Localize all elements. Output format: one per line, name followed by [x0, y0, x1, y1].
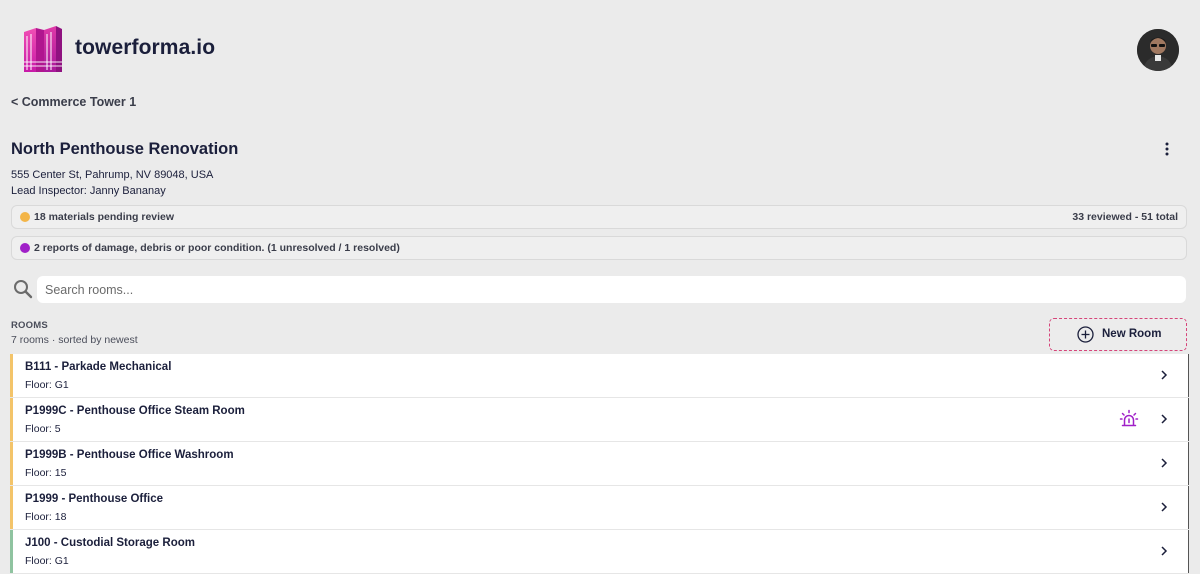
add-circle-icon: [1077, 326, 1094, 343]
room-list-item[interactable]: J100 - Custodial Storage Room Floor: G1: [10, 530, 1189, 574]
back-link-breadcrumb[interactable]: < Commerce Tower 1: [11, 95, 136, 109]
chevron-right-icon[interactable]: [1158, 457, 1170, 469]
room-list: B111 - Parkade Mechanical Floor: G1 P199…: [10, 354, 1189, 574]
materials-pending-text: 18 materials pending review: [34, 211, 175, 223]
chevron-right-icon[interactable]: [1158, 545, 1170, 557]
room-name: P1999 - Penthouse Office: [25, 493, 164, 505]
room-row-edge: [1188, 530, 1189, 573]
damage-status-dot: [20, 243, 30, 253]
damage-reports-text: 2 reports of damage, debris or poor cond…: [34, 242, 400, 254]
more-options-icon[interactable]: [1158, 140, 1176, 158]
room-list-item[interactable]: B111 - Parkade Mechanical Floor: G1: [10, 354, 1189, 398]
brand-name[interactable]: towerforma.io: [75, 36, 215, 60]
room-list-item[interactable]: P1999C - Penthouse Office Steam Room Flo…: [10, 398, 1189, 442]
chevron-right-icon[interactable]: [1158, 369, 1170, 381]
room-row-edge: [1188, 486, 1189, 529]
user-avatar[interactable]: [1137, 29, 1179, 71]
materials-status-dot: [20, 212, 30, 222]
chevron-right-icon[interactable]: [1158, 501, 1170, 513]
room-name: P1999C - Penthouse Office Steam Room: [25, 405, 245, 417]
project-address: 555 Center St, Pahrump, NV 89048, USA: [11, 169, 214, 181]
siren-alert-icon[interactable]: [1119, 409, 1139, 429]
new-room-button[interactable]: New Room: [1049, 318, 1187, 351]
search-rooms-input[interactable]: [37, 276, 1186, 303]
app-header: towerforma.io: [0, 0, 1200, 96]
room-floor: Floor: G1: [25, 379, 69, 391]
building-logo-icon[interactable]: [22, 26, 64, 74]
materials-status-bar[interactable]: 18 materials pending review 33 reviewed …: [11, 205, 1187, 229]
room-list-item[interactable]: P1999 - Penthouse Office Floor: 18: [10, 486, 1189, 530]
rooms-count-sort: 7 rooms · sorted by newest: [11, 334, 138, 346]
room-name: B111 - Parkade Mechanical: [25, 361, 172, 373]
room-row-edge: [1188, 354, 1189, 397]
damage-status-bar[interactable]: 2 reports of damage, debris or poor cond…: [11, 236, 1187, 260]
room-name: P1999B - Penthouse Office Washroom: [25, 449, 234, 461]
chevron-right-icon[interactable]: [1158, 413, 1170, 425]
room-floor: Floor: 5: [25, 423, 61, 435]
room-status-accent: [10, 398, 13, 441]
room-row-edge: [1188, 442, 1189, 485]
room-floor: Floor: 15: [25, 467, 67, 479]
lead-inspector: Lead Inspector: Janny Bananay: [11, 185, 166, 197]
room-name: J100 - Custodial Storage Room: [25, 537, 195, 549]
room-status-accent: [10, 354, 13, 397]
room-status-accent: [10, 530, 13, 573]
room-status-accent: [10, 442, 13, 485]
room-list-item[interactable]: P1999B - Penthouse Office Washroom Floor…: [10, 442, 1189, 486]
search-icon: [14, 280, 33, 299]
room-floor: Floor: 18: [25, 511, 67, 523]
rooms-heading: ROOMS: [11, 320, 48, 331]
room-status-accent: [10, 486, 13, 529]
room-floor: Floor: G1: [25, 555, 69, 567]
room-row-edge: [1188, 398, 1189, 441]
new-room-label: New Room: [1102, 328, 1162, 340]
page-title: North Penthouse Renovation: [11, 140, 239, 158]
materials-review-summary: 33 reviewed - 51 total: [1072, 211, 1178, 223]
